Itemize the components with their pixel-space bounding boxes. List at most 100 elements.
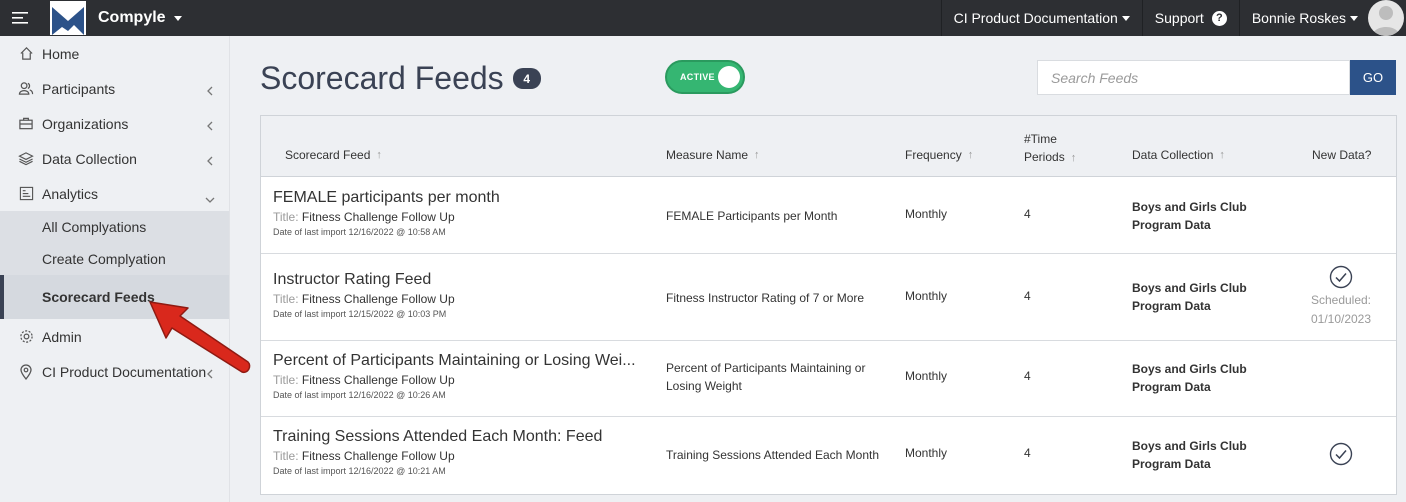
sort-icon: ↑ bbox=[1070, 152, 1077, 164]
chevron-left-icon bbox=[207, 153, 213, 169]
active-toggle[interactable]: ACTIVE bbox=[665, 60, 745, 94]
column-header-periods[interactable]: #Time Periods ↑ bbox=[1024, 130, 1076, 167]
feed-title[interactable]: Instructor Rating Feed bbox=[273, 271, 638, 289]
toggle-knob bbox=[718, 66, 740, 88]
support-label: Support bbox=[1154, 10, 1204, 26]
data-collection-line: Boys and Girls Club bbox=[1132, 439, 1247, 453]
sidebar: Home Participants Organizations Data Col… bbox=[0, 36, 230, 502]
frequency: Monthly bbox=[905, 207, 948, 221]
feed-title[interactable]: FEMALE participants per month bbox=[273, 189, 638, 207]
toggle-label: ACTIVE bbox=[680, 72, 715, 82]
chevron-down-icon bbox=[173, 15, 182, 21]
sidebar-item-label: Analytics bbox=[42, 185, 99, 202]
frequency: Monthly bbox=[905, 446, 948, 460]
sidebar-item-organizations[interactable]: Organizations bbox=[0, 106, 229, 141]
time-periods: 4 bbox=[1024, 289, 1031, 303]
sidebar-item-analytics[interactable]: Analytics bbox=[0, 176, 229, 211]
frequency: Monthly bbox=[905, 369, 948, 383]
chevron-down-icon bbox=[1121, 15, 1130, 21]
column-header-label: Scorecard Feed bbox=[285, 148, 371, 162]
table-row[interactable]: Training Sessions Attended Each Month: F… bbox=[261, 417, 1396, 493]
feed-title-value: Fitness Challenge Follow Up bbox=[301, 210, 455, 224]
feed-title-value: Fitness Challenge Follow Up bbox=[301, 292, 455, 306]
title-label: Title: bbox=[273, 373, 299, 387]
sidebar-item-label: Home bbox=[42, 45, 80, 62]
sidebar-item-create-complyation[interactable]: Create Complyation bbox=[0, 243, 229, 275]
feed-subtitle: Title: Fitness Challenge Follow Up bbox=[273, 373, 638, 387]
sidebar-item-label: Organizations bbox=[42, 115, 129, 132]
count-badge: 4 bbox=[512, 68, 541, 89]
data-collection: Boys and Girls Club Program Data bbox=[1132, 279, 1272, 315]
measure-name: Training Sessions Attended Each Month bbox=[666, 448, 880, 462]
column-header-label: New Data? bbox=[1312, 148, 1372, 162]
chevron-down-icon bbox=[205, 190, 215, 206]
table-header: Scorecard Feed ↑ Measure Name ↑ Frequency ↑… bbox=[261, 116, 1396, 177]
data-collection-line: Boys and Girls Club bbox=[1132, 281, 1247, 295]
frequency: Monthly bbox=[905, 289, 948, 303]
map-pin-icon bbox=[18, 363, 34, 380]
layers-icon bbox=[18, 151, 34, 167]
table-row[interactable]: Instructor Rating Feed Title: Fitness Ch… bbox=[261, 254, 1396, 341]
feed-title-value: Fitness Challenge Follow Up bbox=[301, 449, 455, 463]
gear-icon bbox=[18, 329, 34, 345]
feed-title[interactable]: Training Sessions Attended Each Month: F… bbox=[273, 428, 638, 446]
sidebar-item-label: All Complyations bbox=[42, 219, 147, 235]
sidebar-item-label: Admin bbox=[42, 328, 82, 345]
chart-icon bbox=[18, 186, 34, 202]
avatar[interactable] bbox=[1368, 0, 1404, 36]
hamburger-menu-icon[interactable] bbox=[0, 0, 40, 36]
check-circle-icon bbox=[1329, 265, 1353, 289]
title-label: Title: bbox=[273, 449, 299, 463]
sort-icon: ↑ bbox=[754, 149, 760, 161]
help-icon: ? bbox=[1211, 10, 1227, 26]
annotation-arrow-icon bbox=[149, 301, 251, 374]
column-header-new-data: New Data? bbox=[1312, 148, 1371, 162]
column-header-data-collection[interactable]: Data Collection ↑ bbox=[1132, 148, 1225, 162]
import-date: Date of last import 12/16/2022 @ 10:21 A… bbox=[273, 466, 446, 476]
briefcase-icon bbox=[18, 116, 34, 132]
table-row[interactable]: Percent of Participants Maintaining or L… bbox=[261, 341, 1396, 417]
sidebar-item-label: Create Complyation bbox=[42, 251, 166, 267]
feed-subtitle: Title: Fitness Challenge Follow Up bbox=[273, 210, 638, 224]
sidebar-item-participants[interactable]: Participants bbox=[0, 71, 229, 106]
column-header-label: Periods bbox=[1024, 150, 1065, 164]
sidebar-item-label: Data Collection bbox=[42, 150, 137, 167]
sidebar-item-data-collection[interactable]: Data Collection bbox=[0, 141, 229, 176]
sidebar-item-all-complyations[interactable]: All Complyations bbox=[0, 211, 229, 243]
new-data-status bbox=[1329, 442, 1353, 469]
column-header-feed[interactable]: Scorecard Feed ↑ bbox=[285, 148, 382, 162]
go-button[interactable]: GO bbox=[1350, 60, 1396, 95]
users-icon bbox=[18, 81, 34, 97]
data-collection-line: Boys and Girls Club bbox=[1132, 362, 1247, 376]
app-logo[interactable] bbox=[50, 1, 86, 35]
search-input[interactable] bbox=[1037, 60, 1350, 95]
measure-name: Fitness Instructor Rating of 7 or More bbox=[666, 291, 865, 305]
user-menu[interactable]: Bonnie Roskes bbox=[1238, 0, 1406, 36]
data-collection-line: Program Data bbox=[1132, 457, 1211, 471]
title-label: Title: bbox=[273, 292, 299, 306]
scheduled-date: 01/10/2023 bbox=[1310, 312, 1372, 326]
time-periods: 4 bbox=[1024, 207, 1031, 221]
app-switcher[interactable]: Compyle bbox=[98, 9, 182, 27]
chevron-down-icon bbox=[1350, 15, 1358, 21]
data-collection-line: Program Data bbox=[1132, 380, 1211, 394]
check-circle-icon bbox=[1329, 442, 1353, 466]
feeds-table: Scorecard Feed ↑ Measure Name ↑ Frequency ↑… bbox=[260, 115, 1397, 495]
table-row[interactable]: FEMALE participants per month Title: Fit… bbox=[261, 177, 1396, 254]
top-bar: Compyle CI Product Documentation Support… bbox=[0, 0, 1406, 36]
feed-subtitle: Title: Fitness Challenge Follow Up bbox=[273, 449, 638, 463]
import-date: Date of last import 12/16/2022 @ 10:58 A… bbox=[273, 227, 446, 237]
import-date: Date of last import 12/16/2022 @ 10:26 A… bbox=[273, 390, 446, 400]
org-menu-label: CI Product Documentation bbox=[953, 10, 1118, 26]
time-periods: 4 bbox=[1024, 446, 1031, 460]
column-header-frequency[interactable]: Frequency ↑ bbox=[905, 148, 973, 162]
page-title: Scorecard Feeds 4 bbox=[260, 60, 541, 97]
page-title-text: Scorecard Feeds bbox=[260, 60, 504, 96]
chevron-left-icon bbox=[207, 83, 213, 99]
data-collection: Boys and Girls Club Program Data bbox=[1132, 198, 1272, 234]
sidebar-item-home[interactable]: Home bbox=[0, 36, 229, 71]
column-header-measure[interactable]: Measure Name ↑ bbox=[666, 148, 760, 162]
org-menu[interactable]: CI Product Documentation bbox=[940, 0, 1142, 36]
support-menu[interactable]: Support ? bbox=[1141, 0, 1239, 36]
feed-title[interactable]: Percent of Participants Maintaining or L… bbox=[273, 352, 638, 370]
